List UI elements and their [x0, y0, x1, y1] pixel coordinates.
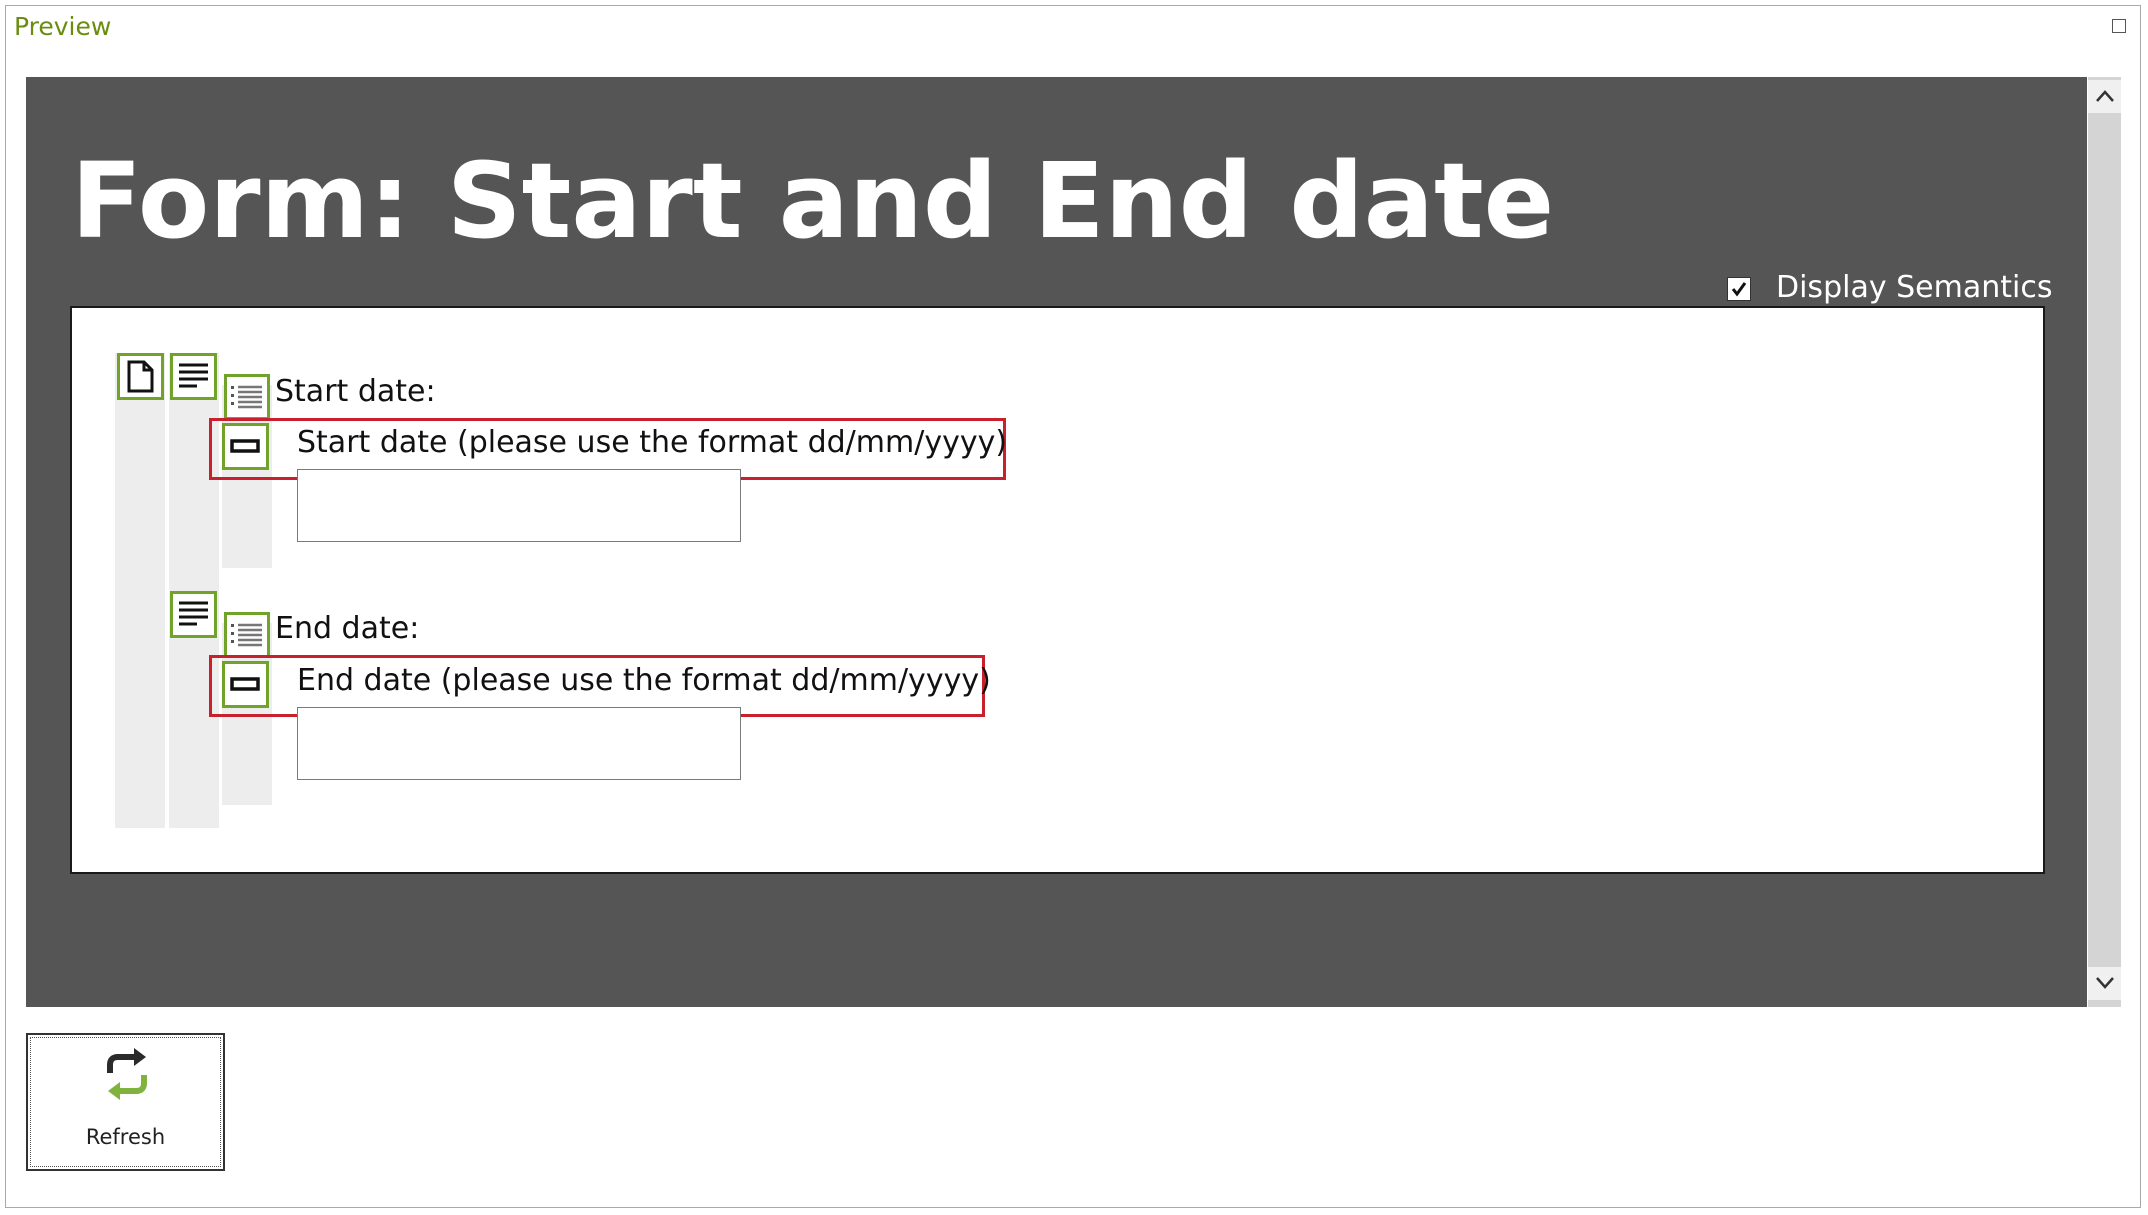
list-icon[interactable] — [224, 374, 270, 420]
start-date-input-label: Start date (please use the format dd/mm/… — [297, 425, 1008, 460]
maximize-button[interactable] — [2112, 19, 2126, 33]
form-title: Form: Start and End date — [71, 140, 1555, 262]
refresh-label: Refresh — [85, 1125, 166, 1149]
panel-title: Preview — [14, 12, 112, 41]
display-semantics-checkbox[interactable] — [1727, 277, 1751, 301]
display-semantics-label[interactable]: Display Semantics — [1776, 270, 2052, 305]
checkmark-icon — [1731, 282, 1747, 297]
scroll-down-button[interactable] — [2088, 967, 2121, 1000]
list-icon[interactable] — [224, 612, 270, 658]
paragraph-icon[interactable] — [170, 353, 217, 400]
refresh-icon — [107, 1048, 147, 1100]
input-field-icon[interactable] — [222, 423, 269, 470]
refresh-button[interactable]: Refresh — [26, 1033, 225, 1171]
document-rail — [115, 353, 165, 828]
vertical-scrollbar[interactable] — [2088, 77, 2121, 1007]
scroll-up-button[interactable] — [2088, 80, 2121, 113]
document-icon[interactable] — [117, 353, 164, 400]
start-date-label: Start date: — [275, 374, 436, 409]
end-date-label: End date: — [275, 611, 420, 646]
end-date-input-label: End date (please use the format dd/mm/yy… — [297, 663, 991, 698]
input-field-icon[interactable] — [222, 661, 269, 708]
end-date-input[interactable] — [297, 707, 741, 780]
paragraph-icon[interactable] — [170, 591, 217, 638]
start-date-input[interactable] — [297, 469, 741, 542]
chevron-down-icon — [2096, 977, 2114, 989]
chevron-up-icon — [2096, 90, 2114, 102]
